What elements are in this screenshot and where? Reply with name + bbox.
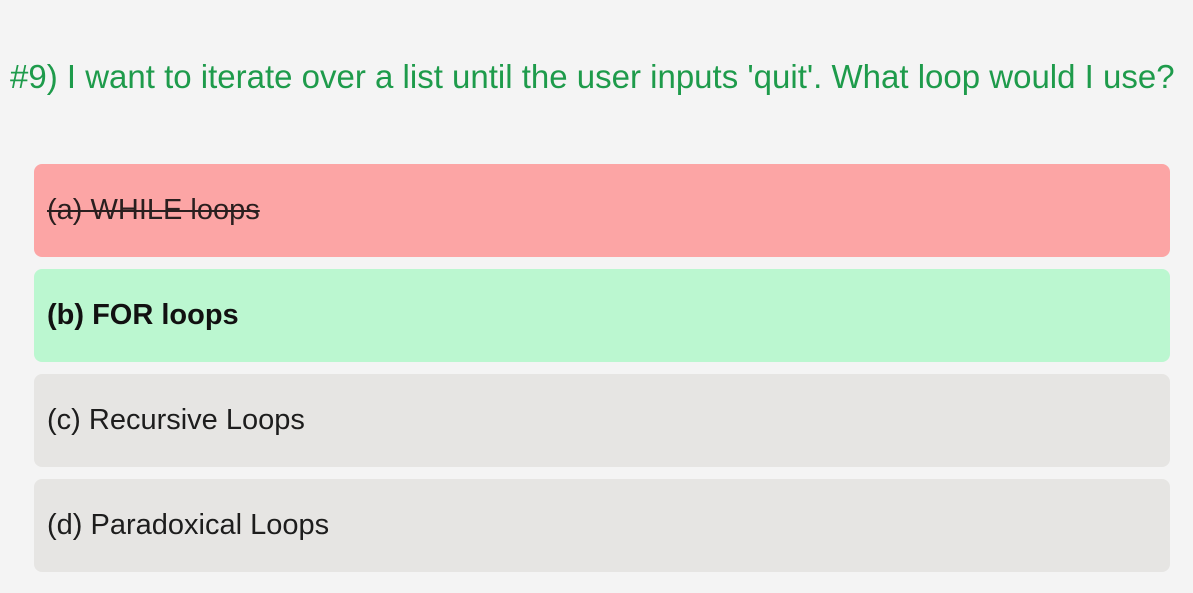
option-a[interactable]: (a) WHILE loops [34, 164, 1170, 257]
question-text: #9) I want to iterate over a list until … [10, 58, 1175, 95]
option-d[interactable]: (d) Paradoxical Loops [34, 479, 1170, 572]
option-d-label: (d) Paradoxical Loops [47, 509, 330, 541]
option-c[interactable]: (c) Recursive Loops [34, 374, 1170, 467]
option-b[interactable]: (b) FOR loops [34, 269, 1170, 362]
option-c-label: (c) Recursive Loops [47, 404, 305, 436]
option-a-label: (a) WHILE loops [47, 194, 260, 226]
answer-options: (a) WHILE loops (b) FOR loops (c) Recurs… [34, 164, 1170, 584]
option-b-label: (b) FOR loops [47, 299, 239, 331]
